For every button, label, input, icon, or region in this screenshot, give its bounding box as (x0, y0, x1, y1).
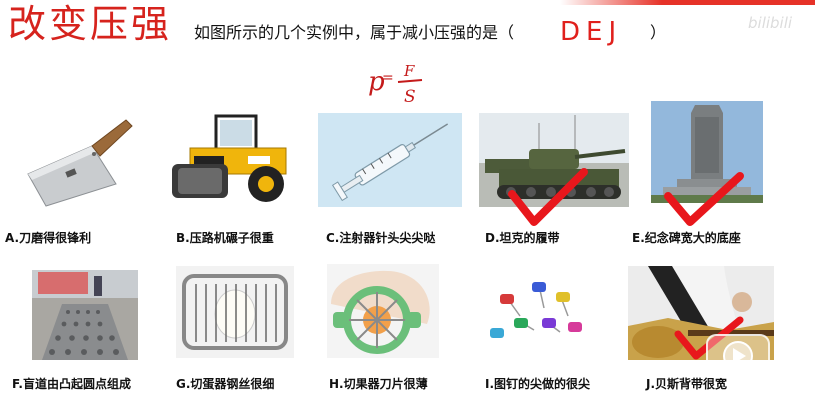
road-roller-image (170, 112, 300, 206)
tactile-paving-icon (32, 270, 138, 360)
play-icon (723, 341, 753, 371)
egg-slicer-icon (182, 274, 288, 350)
item-label-d: D.坦克的履带 (485, 231, 560, 245)
formula-fraction-bar (397, 79, 423, 83)
formula-numerator: F (403, 62, 415, 80)
question-text: 如图所示的几个实例中，属于减小压强的是（ (194, 23, 515, 42)
top-accent-bar (560, 0, 815, 5)
item-label-g: G.切蛋器钢丝很细 (176, 377, 275, 391)
apple-slicer-icon (331, 270, 430, 354)
tank-icon (479, 113, 629, 207)
answer-text: DEJ (560, 17, 623, 47)
cleaver-knife-image (22, 112, 140, 210)
monument-image (651, 101, 763, 203)
bilibili-watermark: bilibili (748, 14, 793, 32)
item-label-h: H.切果器刀片很薄 (329, 377, 428, 391)
item-label-f: F.盲道由凸起圆点组成 (12, 377, 131, 391)
pressure-formula: p = F S (368, 62, 423, 107)
syringe-icon (331, 123, 449, 202)
item-label-i: I.图钉的尖做的很尖 (485, 377, 591, 391)
syringe-image (318, 113, 462, 207)
push-pins-icon (490, 282, 582, 338)
road-roller-icon (172, 114, 287, 202)
formula-denominator: S (404, 87, 416, 107)
item-label-c: C.注射器针头尖尖哒 (326, 231, 436, 245)
item-label-a: A.刀磨得很锋利 (5, 231, 92, 245)
video-play-button[interactable] (706, 334, 770, 378)
monument-icon (651, 101, 763, 203)
item-label-b: B.压路机碾子很重 (176, 231, 274, 245)
apple-slicer-image (327, 264, 439, 358)
cleaver-knife-icon (27, 119, 133, 207)
formula-equals: = (382, 70, 394, 86)
tactile-paving-image (32, 270, 138, 360)
egg-slicer-image (176, 266, 294, 358)
push-pins-image (480, 268, 598, 358)
tank-image (479, 113, 629, 207)
item-label-e: E.纪念碑宽大的底座 (632, 231, 741, 245)
question-close-paren: ） (650, 23, 667, 42)
page-title: 改变压强 (8, 2, 173, 46)
